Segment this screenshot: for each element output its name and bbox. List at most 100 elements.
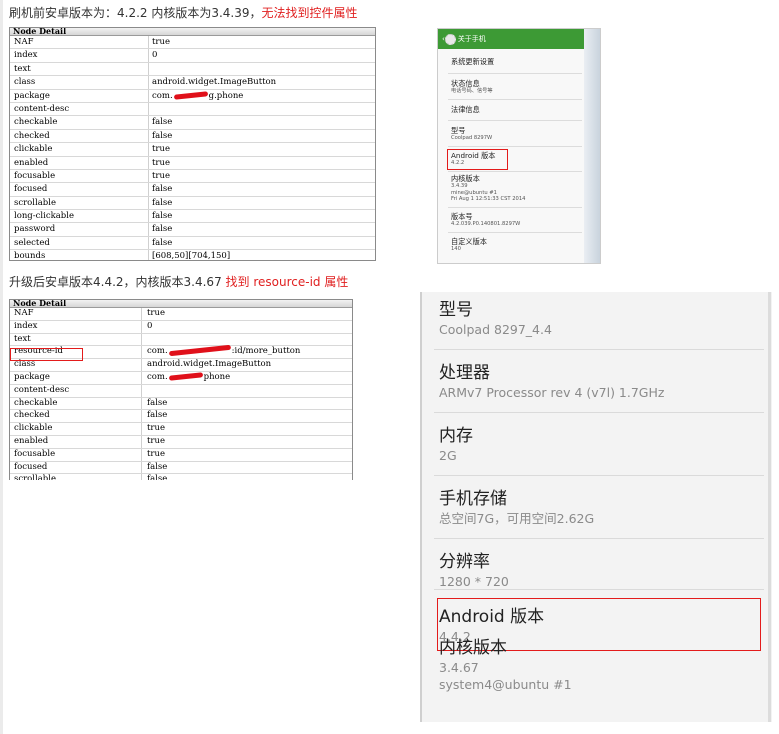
table-row[interactable]: focusable true <box>10 170 375 184</box>
value-prefix: com. <box>147 371 168 382</box>
value-suffix: g.phone <box>208 90 244 101</box>
row-key: focusable <box>14 170 56 181</box>
row-value: false <box>152 130 173 141</box>
settings-item[interactable]: 型号 Coolpad 8297W <box>451 126 492 142</box>
table-row[interactable]: focused false <box>10 462 352 475</box>
node-detail-panel-after: Node Detail NAF true index 0 text resource… <box>9 299 353 480</box>
settings-item[interactable]: 法律信息 <box>451 105 480 114</box>
value-prefix: com. <box>147 346 168 357</box>
row-value: [608,50][704,150] <box>152 251 231 261</box>
settings-item[interactable]: 自定义版本 140 <box>451 237 487 253</box>
table-row[interactable]: text <box>10 63 375 77</box>
divider <box>448 99 582 100</box>
settings-item[interactable]: 内存 2G <box>439 425 473 464</box>
table-row[interactable]: scrollable false <box>10 474 352 480</box>
heading-before-text: 刷机前安卓版本为：4.2.2 内核版本为3.4.39， <box>9 6 262 20</box>
row-value: android.widget.ImageButton <box>152 77 277 88</box>
row-key: text <box>14 63 31 74</box>
row-value: true <box>152 170 170 181</box>
settings-item[interactable]: 型号 Coolpad 8297_4.4 <box>439 299 552 338</box>
table-row[interactable]: checkable false <box>10 398 352 411</box>
table-row[interactable]: focused false <box>10 183 375 197</box>
table-row[interactable]: index 0 <box>10 49 375 63</box>
item-title: 内存 <box>439 426 473 446</box>
row-value: false <box>147 397 168 408</box>
table-row[interactable]: checked false <box>10 410 352 424</box>
heading-after-upgrade: 升级后安卓版本4.4.2，内核版本3.4.67 找到 resource-id 属… <box>9 273 348 290</box>
table-row[interactable]: NAF true <box>10 308 352 321</box>
row-key: index <box>14 320 38 331</box>
row-key: class <box>14 77 36 88</box>
table-row[interactable]: checked false <box>10 130 375 144</box>
table-row[interactable]: index 0 <box>10 321 352 334</box>
table-row[interactable]: enabled true <box>10 436 352 449</box>
row-key: checkable <box>14 117 58 128</box>
divider <box>434 589 764 590</box>
table-row[interactable]: package com. g.phone <box>10 90 375 103</box>
row-key: bounds <box>14 251 46 261</box>
row-value: false <box>147 410 168 421</box>
row-key: scrollable <box>14 474 56 480</box>
table-row[interactable]: password false <box>10 223 375 237</box>
settings-item[interactable]: 内核版本 3.4.67 system4@ubuntu #1 <box>439 637 572 693</box>
row-value: true <box>152 157 170 168</box>
divider <box>448 171 582 172</box>
item-subtitle: Coolpad 8297W <box>451 135 493 141</box>
settings-item[interactable]: 状态信息 电话号码、信号等 <box>451 79 493 95</box>
row-key: clickable <box>14 423 53 434</box>
settings-item[interactable]: 内核版本 3.4.39 mine@ubuntu #1 Fri Aug 1 12:51:… <box>451 174 525 203</box>
settings-item[interactable]: 版本号 4.2.039.P0.140801.8297W <box>451 212 520 228</box>
item-title: 分辨率 <box>439 552 490 572</box>
row-value: android.widget.ImageButton <box>147 359 272 370</box>
row-value: false <box>152 197 173 208</box>
settings-gear-icon <box>444 33 456 45</box>
highlight-box <box>10 348 83 361</box>
row-key: package <box>14 371 50 382</box>
item-title: 手机存储 <box>439 489 507 509</box>
row-key: clickable <box>14 144 53 155</box>
page-left-border <box>0 0 3 734</box>
row-key: password <box>14 224 56 235</box>
row-value: false <box>152 224 173 235</box>
value-suffix: phone <box>203 371 231 382</box>
table-row[interactable]: clickable true <box>10 423 352 436</box>
table-row[interactable]: enabled true <box>10 157 375 170</box>
row-key: NAF <box>14 308 34 318</box>
redaction-mark <box>173 90 208 100</box>
node-detail-header: Node Detail <box>10 28 375 36</box>
redaction-mark <box>168 345 231 357</box>
value-suffix: :id/more_button <box>231 346 301 357</box>
divider <box>448 73 582 74</box>
table-row[interactable]: bounds [608,50][704,150] <box>10 250 375 261</box>
settings-item[interactable]: 系统更新设置 <box>451 57 494 66</box>
table-row[interactable]: focusable true <box>10 449 352 462</box>
table-row[interactable]: content-desc <box>10 103 375 117</box>
divider <box>434 349 764 350</box>
item-title: 处理器 <box>439 363 490 383</box>
item-title: 内核版本 <box>439 638 507 658</box>
row-value: true <box>147 435 165 446</box>
table-row[interactable]: package com. phone <box>10 372 352 385</box>
settings-item[interactable]: 处理器 ARMv7 Processor rev 4 (v7l) 1.7GHz <box>439 362 664 401</box>
table-row[interactable]: scrollable false <box>10 197 375 211</box>
row-key: enabled <box>14 157 49 168</box>
row-key: index <box>14 50 38 61</box>
table-row[interactable]: text <box>10 334 352 347</box>
row-value: true <box>147 423 165 434</box>
settings-item[interactable]: 手机存储总空间7G，可用空间2.62G <box>439 488 594 527</box>
table-row[interactable]: long-clickable false <box>10 210 375 224</box>
item-title: 型号 <box>451 126 466 135</box>
table-row[interactable]: clickable true <box>10 143 375 157</box>
settings-item[interactable]: 分辨率 1280 * 720 <box>439 551 509 590</box>
table-row[interactable]: selected false <box>10 237 375 251</box>
row-key: checked <box>14 410 50 421</box>
table-row[interactable]: checkable false <box>10 116 375 130</box>
phone-screenshot-before: ‹ 关于手机 系统更新设置 状态信息 电话号码、信号等 法律信息 型号 Coolpad… <box>437 28 601 264</box>
item-subtitle: ARMv7 Processor rev 4 (v7l) 1.7GHz <box>439 385 665 400</box>
item-subtitle: 总空间7G，可用空间2.62G <box>439 511 595 526</box>
table-row[interactable]: class android.widget.ImageButton <box>10 76 375 90</box>
row-value: true <box>152 37 170 47</box>
table-row[interactable]: content-desc <box>10 385 352 398</box>
table-row[interactable]: class android.widget.ImageButton <box>10 359 352 372</box>
table-row[interactable]: NAF true <box>10 36 375 50</box>
